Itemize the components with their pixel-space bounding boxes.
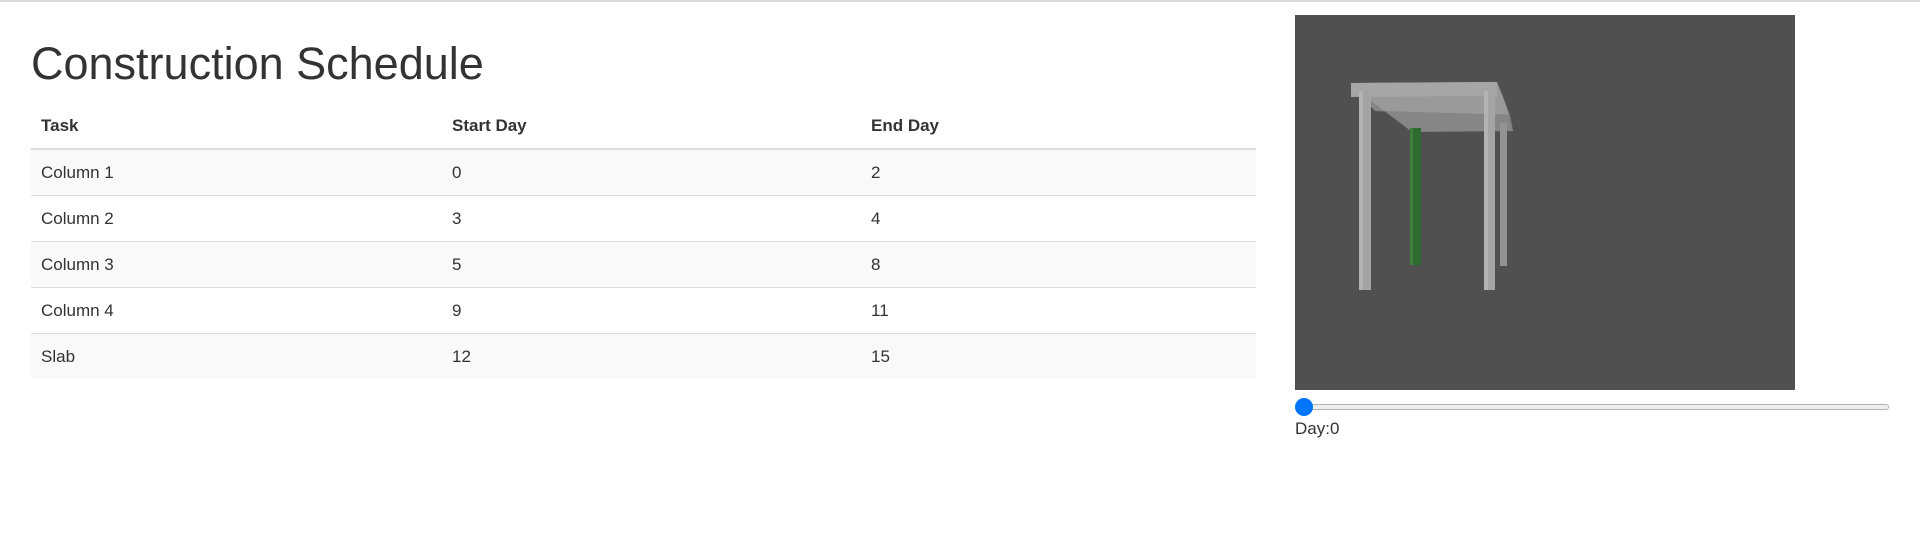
table-row: Column 2 3 4: [31, 195, 1256, 242]
3d-viewer[interactable]: [1295, 15, 1795, 390]
column-header-start-day: Start Day: [442, 103, 861, 150]
column-header-end-day: End Day: [861, 103, 1256, 150]
table-row: Column 3 5 8: [31, 241, 1256, 288]
task-cell: Column 3: [31, 241, 442, 288]
structure-model: [1351, 82, 1513, 290]
start-day-cell: 0: [442, 148, 861, 196]
end-day-cell: 8: [861, 241, 1256, 288]
day-readout: Day:0: [1295, 419, 1339, 439]
day-slider-track[interactable]: [1295, 404, 1889, 410]
column-active-highlight: [1410, 128, 1413, 265]
page-title: Construction Schedule: [31, 38, 484, 89]
start-day-cell: 5: [442, 241, 861, 288]
schedule-table: Task Start Day End Day Column 1 0 2 Colu…: [31, 103, 1256, 379]
task-cell: Column 2: [31, 195, 442, 242]
task-cell: Column 1: [31, 148, 442, 196]
schedule-panel: Construction Schedule Task Start Day End…: [31, 36, 1256, 379]
task-cell: Column 4: [31, 287, 442, 334]
column-front-right-highlight: [1484, 91, 1488, 290]
slab-front-face: [1351, 82, 1497, 97]
end-day-cell: 2: [861, 148, 1256, 196]
task-cell: Slab: [31, 333, 442, 379]
day-value: 0: [1329, 419, 1340, 438]
start-day-cell: 9: [442, 287, 861, 334]
top-border: [0, 0, 1920, 2]
table-row: Column 1 0 2: [31, 148, 1256, 196]
table-row: Column 4 9 11: [31, 287, 1256, 334]
day-label-prefix: Day:: [1295, 419, 1330, 438]
column-rear-right: [1500, 123, 1507, 266]
start-day-cell: 3: [442, 195, 861, 242]
column-front-left-highlight: [1359, 91, 1363, 290]
start-day-cell: 12: [442, 333, 861, 379]
end-day-cell: 4: [861, 195, 1256, 242]
table-header-row: Task Start Day End Day: [31, 103, 1256, 150]
day-slider-thumb[interactable]: [1295, 398, 1313, 416]
end-day-cell: 11: [861, 287, 1256, 334]
table-row: Slab 12 15: [31, 333, 1256, 379]
day-slider[interactable]: [1295, 397, 1889, 417]
column-header-task: Task: [31, 103, 442, 150]
end-day-cell: 15: [861, 333, 1256, 379]
